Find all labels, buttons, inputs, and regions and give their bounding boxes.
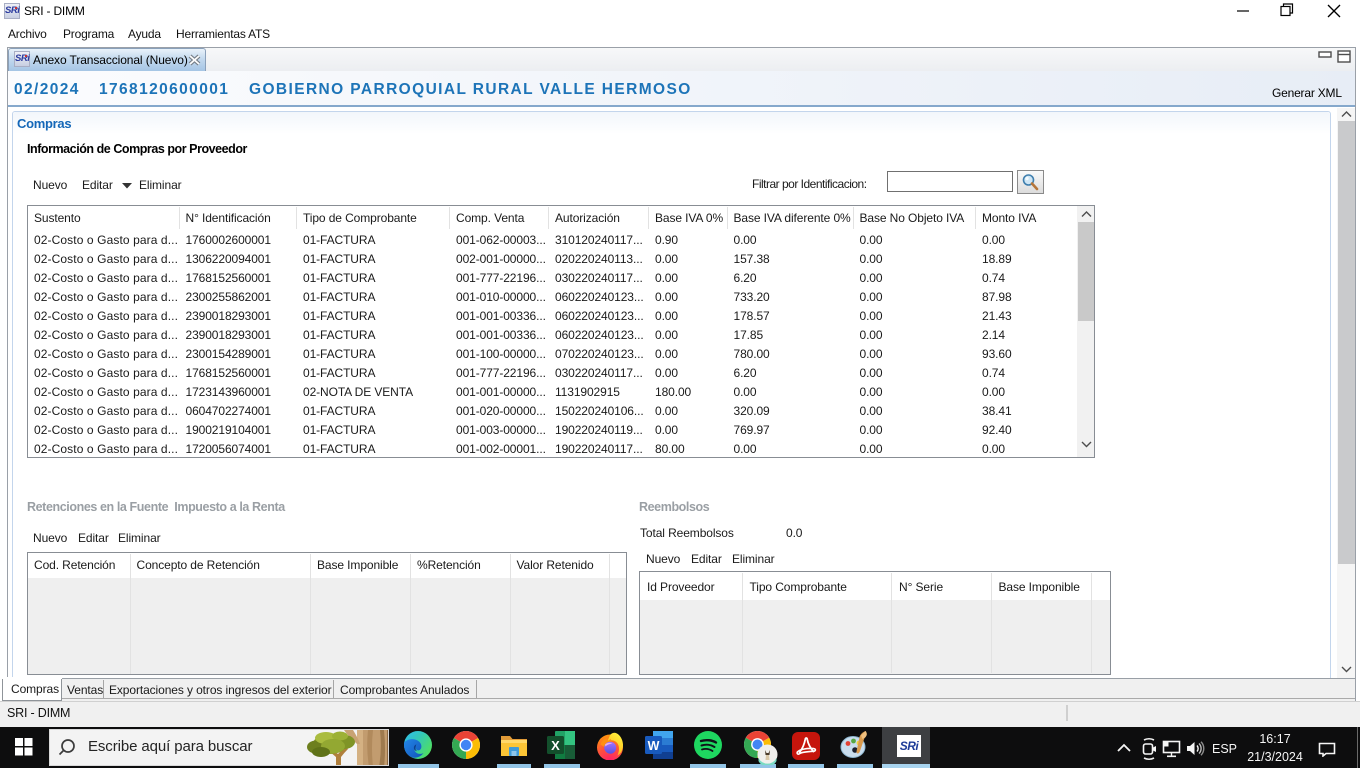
svg-text:X: X: [551, 738, 560, 753]
svg-text:W: W: [648, 739, 660, 753]
